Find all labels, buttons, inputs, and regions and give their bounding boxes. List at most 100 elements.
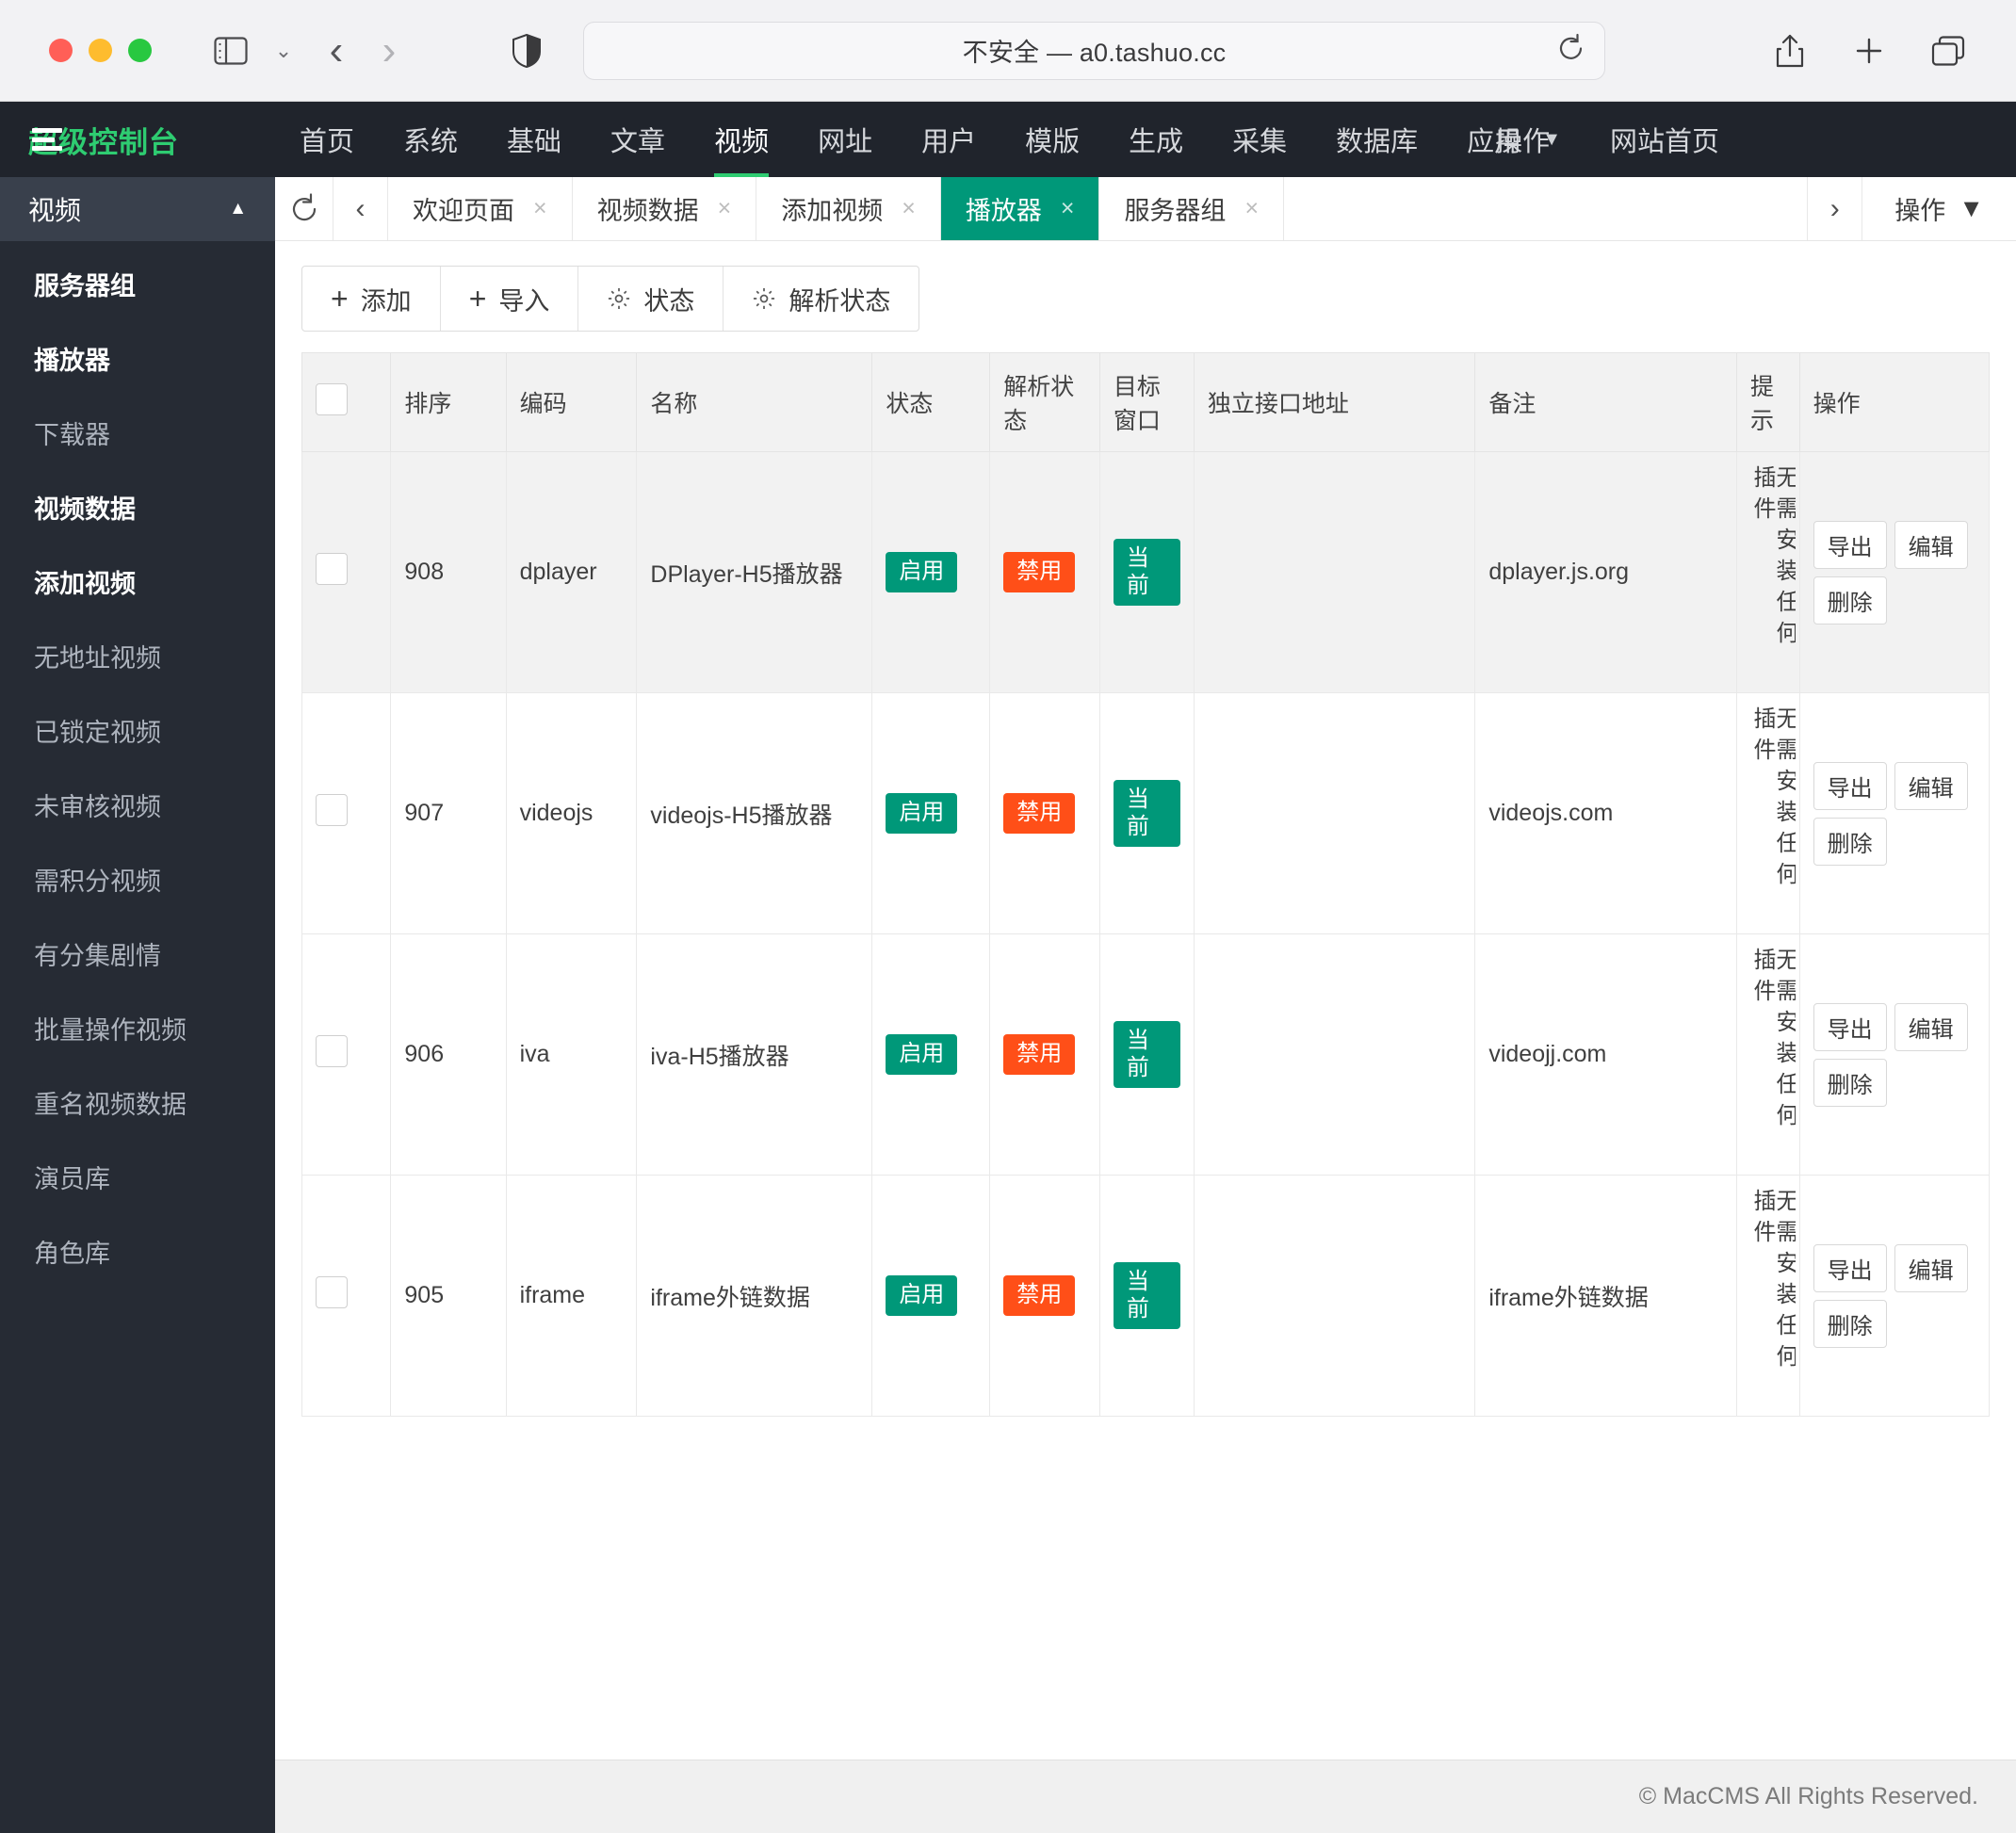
app-logo[interactable]: 超级控制台 <box>0 102 275 177</box>
target-window-badge[interactable]: 当前 <box>1113 779 1180 848</box>
top-nav-item-apps-dropdown[interactable]: 应用 操作 ▼ <box>1442 102 1585 177</box>
import-button[interactable]: + 导入 <box>441 267 579 331</box>
row-checkbox[interactable] <box>316 1276 348 1308</box>
select-all-checkbox[interactable] <box>316 382 348 415</box>
share-icon[interactable] <box>1764 24 1816 77</box>
header-name[interactable]: 名称 <box>636 352 873 452</box>
parse-status-badge[interactable]: 禁用 <box>1003 793 1076 834</box>
new-tab-icon[interactable] <box>1843 24 1895 77</box>
address-bar[interactable]: 不安全 — a0.tashuo.cc <box>583 21 1605 80</box>
sidebar-item-locked-video[interactable]: 已锁定视频 <box>0 693 275 768</box>
header-status[interactable]: 状态 <box>871 352 991 452</box>
sidebar-item-no-address-video[interactable]: 无地址视频 <box>0 619 275 693</box>
sidebar-toggle-icon[interactable] <box>204 24 257 77</box>
header-tip[interactable]: 提示 <box>1736 352 1800 452</box>
sidebar-item-add-video[interactable]: 添加视频 <box>0 544 275 619</box>
parse-status-badge[interactable]: 禁用 <box>1003 1275 1076 1316</box>
sidebar-item-player[interactable]: 播放器 <box>0 321 275 396</box>
top-nav-item-home[interactable]: 首页 <box>275 102 379 177</box>
top-nav-item-template[interactable]: 模版 <box>1000 102 1104 177</box>
sidebar-item-downloader[interactable]: 下载器 <box>0 396 275 470</box>
sidebar-item-role-library[interactable]: 角色库 <box>0 1214 275 1289</box>
top-nav-item-article[interactable]: 文章 <box>586 102 690 177</box>
row-checkbox[interactable] <box>316 553 348 585</box>
status-badge[interactable]: 启用 <box>886 552 958 592</box>
forward-arrow-icon[interactable]: › <box>363 24 415 77</box>
back-arrow-icon[interactable]: ‹ <box>310 24 363 77</box>
top-nav-item-generate[interactable]: 生成 <box>1104 102 1208 177</box>
close-window-button[interactable] <box>49 39 73 62</box>
row-checkbox[interactable] <box>316 1035 348 1067</box>
reload-icon[interactable] <box>1557 33 1585 68</box>
header-api-url[interactable]: 独立接口地址 <box>1193 352 1476 452</box>
delete-button[interactable]: 删除 <box>1813 576 1887 625</box>
maximize-window-button[interactable] <box>128 39 152 62</box>
status-badge[interactable]: 启用 <box>886 1275 958 1316</box>
target-window-badge[interactable]: 当前 <box>1113 1020 1180 1089</box>
top-nav-item-collect[interactable]: 采集 <box>1208 102 1311 177</box>
tab-scroll-left-button[interactable]: ‹ <box>333 177 388 240</box>
tab-welcome[interactable]: 欢迎页面 × <box>388 177 573 240</box>
header-remark[interactable]: 备注 <box>1474 352 1737 452</box>
show-tabs-icon[interactable] <box>1922 24 1975 77</box>
top-nav-item-system[interactable]: 系统 <box>379 102 482 177</box>
top-nav-item-video[interactable]: 视频 <box>690 102 793 177</box>
sidebar-item-server-group[interactable]: 服务器组 <box>0 247 275 321</box>
sidebar-item-batch-video[interactable]: 批量操作视频 <box>0 991 275 1065</box>
hamburger-menu-icon[interactable] <box>32 128 62 151</box>
parse-status-button[interactable]: 解析状态 <box>723 267 919 331</box>
export-button[interactable]: 导出 <box>1813 520 1887 569</box>
edit-button[interactable]: 编辑 <box>1894 1243 1968 1292</box>
sidebar-item-video-data[interactable]: 视频数据 <box>0 470 275 544</box>
collapse-triangle-icon[interactable]: ▲ <box>229 199 247 219</box>
tab-server-group[interactable]: 服务器组 × <box>1099 177 1285 240</box>
tab-add-video[interactable]: 添加视频 × <box>756 177 941 240</box>
close-icon[interactable]: × <box>902 195 916 222</box>
add-button[interactable]: + 添加 <box>302 267 441 331</box>
edit-button[interactable]: 编辑 <box>1894 520 1968 569</box>
edit-button[interactable]: 编辑 <box>1894 761 1968 810</box>
target-window-badge[interactable]: 当前 <box>1113 1261 1180 1330</box>
parse-status-badge[interactable]: 禁用 <box>1003 1034 1076 1075</box>
delete-button[interactable]: 删除 <box>1813 1058 1887 1107</box>
sidebar-item-duplicate-video[interactable]: 重名视频数据 <box>0 1065 275 1140</box>
target-window-badge[interactable]: 当前 <box>1113 538 1180 607</box>
status-button[interactable]: 状态 <box>578 267 724 331</box>
header-sort[interactable]: 排序 <box>390 352 507 452</box>
header-code[interactable]: 编码 <box>505 352 638 452</box>
sidebar-item-unreviewed-video[interactable]: 未审核视频 <box>0 768 275 842</box>
parse-status-badge[interactable]: 禁用 <box>1003 552 1076 592</box>
top-nav-item-url[interactable]: 网址 <box>793 102 897 177</box>
export-button[interactable]: 导出 <box>1813 1243 1887 1292</box>
status-badge[interactable]: 启用 <box>886 793 958 834</box>
privacy-shield-icon[interactable] <box>500 24 553 77</box>
minimize-window-button[interactable] <box>89 39 112 62</box>
delete-button[interactable]: 删除 <box>1813 1299 1887 1348</box>
sidebar-item-actor-library[interactable]: 演员库 <box>0 1140 275 1214</box>
header-actions[interactable]: 操作 <box>1798 352 1991 452</box>
refresh-icon[interactable] <box>275 177 333 240</box>
edit-button[interactable]: 编辑 <box>1894 1002 1968 1051</box>
tab-video-data[interactable]: 视频数据 × <box>573 177 757 240</box>
header-target-window[interactable]: 目标窗口 <box>1098 352 1195 452</box>
export-button[interactable]: 导出 <box>1813 761 1887 810</box>
row-checkbox[interactable] <box>316 794 348 826</box>
top-nav-item-user[interactable]: 用户 <box>897 102 1000 177</box>
sidebar-header[interactable]: 视频 ▲ <box>0 177 275 241</box>
tab-actions-dropdown[interactable]: 操作 ▼ <box>1862 177 2016 240</box>
header-parse-status[interactable]: 解析状态 <box>989 352 1100 452</box>
tab-scroll-right-button[interactable]: › <box>1808 177 1863 240</box>
tab-player[interactable]: 播放器 × <box>940 177 1100 240</box>
close-icon[interactable]: × <box>1061 195 1075 222</box>
chevron-down-icon[interactable]: ⌄ <box>257 24 310 77</box>
top-nav-item-site-home[interactable]: 网站首页 <box>1585 102 1744 177</box>
delete-button[interactable]: 删除 <box>1813 817 1887 866</box>
close-icon[interactable]: × <box>1244 195 1259 222</box>
sidebar-item-points-video[interactable]: 需积分视频 <box>0 842 275 916</box>
close-icon[interactable]: × <box>718 195 732 222</box>
top-nav-item-database[interactable]: 数据库 <box>1311 102 1442 177</box>
top-nav-item-basic[interactable]: 基础 <box>482 102 586 177</box>
close-icon[interactable]: × <box>533 195 547 222</box>
status-badge[interactable]: 启用 <box>886 1034 958 1075</box>
sidebar-item-episode-plot[interactable]: 有分集剧情 <box>0 916 275 991</box>
